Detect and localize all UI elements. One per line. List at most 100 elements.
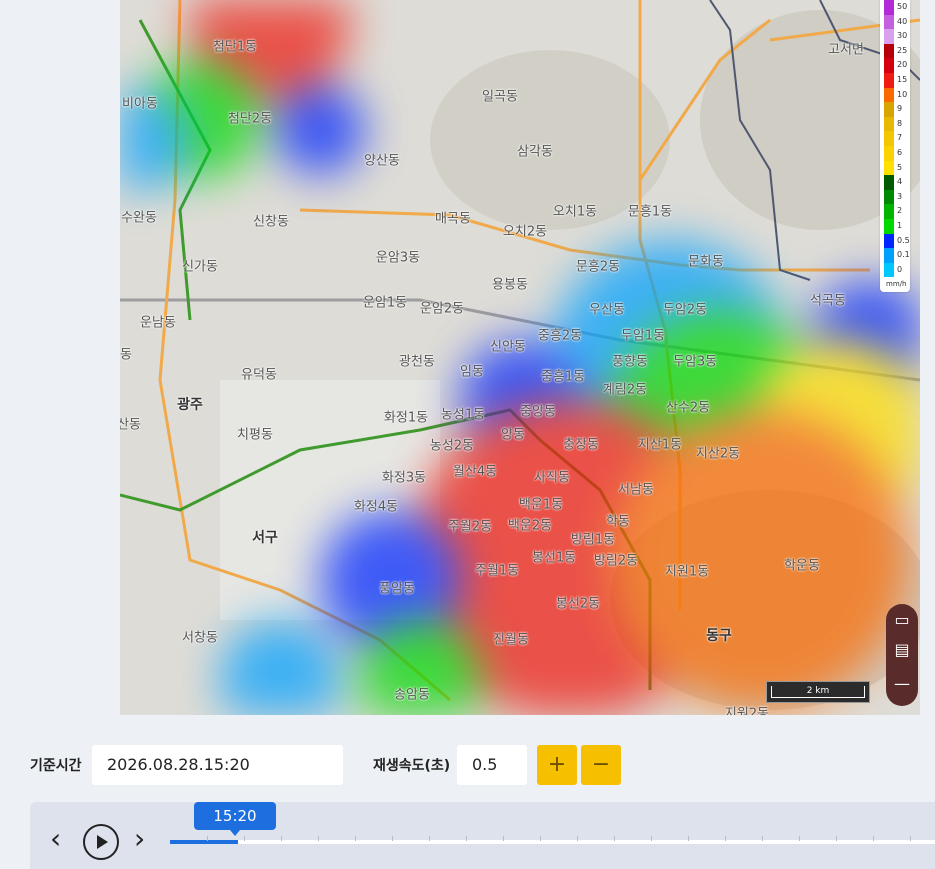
legend-item: 1: [882, 219, 908, 234]
legend-item: 5: [882, 160, 908, 176]
place-label: 화정4동: [353, 499, 399, 515]
legend-label: 0: [897, 264, 903, 274]
place-label: 동구: [706, 628, 732, 644]
place-label: 백운1동: [518, 497, 564, 513]
legend-label: 2: [897, 206, 903, 216]
place-label: 두암2동: [662, 302, 708, 318]
legend-label: 4: [897, 177, 903, 187]
place-label: 광주: [177, 397, 203, 413]
radar-map[interactable]: 첨단1동 첨단2동 비아동 양산동 일곡동 삼각동 매곡동 오치1동 오치2동 문흥1동 문흥2동 문…: [120, 0, 920, 715]
place-label: 지산2동: [695, 446, 741, 462]
legend-label: 6: [897, 148, 903, 157]
place-label: 두암3동: [672, 354, 718, 370]
place-label: 일곡동: [482, 89, 518, 105]
legend-item: 10: [882, 87, 908, 103]
ruler-icon[interactable]: ▭: [892, 610, 912, 630]
timeline-tick: [392, 836, 393, 841]
place-label: 화정1동: [383, 410, 429, 426]
timeline-progress: [170, 840, 238, 844]
timeline-tick: [429, 836, 430, 841]
place-label: 풍암동: [379, 581, 415, 597]
timeline-tick: [614, 836, 615, 841]
place-label: 용봉동: [492, 277, 528, 293]
timeline-tick: [503, 836, 504, 841]
legend-item: 6: [882, 146, 908, 161]
timeline-tick: [318, 836, 319, 841]
legend-item: 50: [882, 0, 908, 15]
speed-field[interactable]: 0.5: [457, 745, 527, 785]
legend-label: 3: [897, 191, 903, 201]
prev-frame-button[interactable]: ‹: [50, 824, 61, 854]
legend-item: 7: [882, 131, 908, 146]
place-label: 문흥2동: [575, 259, 621, 275]
timeline-tick: [688, 836, 689, 841]
timeline-tick: [577, 836, 578, 841]
legend-swatch: [884, 262, 894, 278]
place-label: 신안동: [490, 339, 526, 355]
place-label: 서남동: [618, 482, 654, 498]
legend-item: 9: [882, 102, 908, 117]
zoom-out-icon[interactable]: —: [892, 674, 912, 694]
legend-item: 3: [882, 189, 908, 205]
place-label: 우산동: [589, 302, 625, 318]
place-label: 임동: [460, 364, 484, 380]
place-label: 진월동: [493, 632, 529, 648]
timeline-tick: [466, 836, 467, 841]
legend-item: 40: [882, 14, 908, 30]
place-label: 계림2동: [602, 382, 648, 398]
place-label: 중흥2동: [537, 328, 583, 344]
place-label: 산수2동: [665, 400, 711, 416]
timeline-tick: [355, 836, 356, 841]
play-button[interactable]: [83, 824, 119, 860]
legend-item: 30: [882, 29, 908, 44]
legend-swatch: [884, 14, 894, 30]
legend-swatch: [884, 73, 894, 88]
legend-swatch: [884, 58, 894, 73]
place-label: 주월2동: [447, 519, 493, 535]
place-label: 양동: [501, 427, 525, 443]
legend-label: 1: [897, 221, 903, 230]
place-label: 산동: [120, 417, 141, 433]
place-label: 첨단2동: [227, 111, 273, 127]
place-label: 중흥1동: [540, 369, 586, 385]
place-label: 서창동: [182, 630, 218, 646]
legend-label: 5: [897, 162, 903, 172]
legend-label: 0.5: [897, 235, 910, 245]
timeline-tick: [799, 836, 800, 841]
timeline-track[interactable]: [170, 836, 935, 844]
speed-plus-button[interactable]: +: [537, 745, 577, 785]
timeline-tick: [725, 836, 726, 841]
place-label: 학동: [606, 514, 630, 530]
timeline-tick: [244, 836, 245, 841]
legend-swatch: [884, 131, 894, 146]
place-label: 석곡동: [810, 293, 846, 309]
legend-label: 15: [897, 75, 908, 84]
layers-icon[interactable]: ▤: [892, 640, 912, 660]
place-label: 오치2동: [502, 224, 548, 240]
legend-swatch: [884, 248, 894, 263]
next-frame-button[interactable]: ›: [134, 824, 145, 854]
base-time-field[interactable]: 2026.08.28.15:20: [92, 745, 343, 785]
scale-label: 2 km: [806, 686, 830, 696]
legend-item: 0.5: [882, 233, 910, 249]
legend-item: 25: [882, 43, 908, 59]
speed-minus-button[interactable]: −: [581, 745, 621, 785]
legend-item: 0.1: [882, 248, 910, 263]
place-label: 광천동: [399, 354, 435, 370]
place-label: 두암1동: [620, 328, 666, 344]
place-label: 풍향동: [612, 354, 648, 370]
place-label: 고서면: [828, 42, 864, 58]
place-label: 치평동: [237, 427, 273, 443]
place-label: 농성2동: [429, 438, 475, 454]
place-label: 사직동: [534, 470, 570, 486]
legend-item: 0: [882, 262, 908, 278]
legend-label: 20: [897, 60, 908, 70]
place-label: 문흥1동: [627, 204, 673, 220]
timeline-panel: ‹ › 15:20: [30, 802, 935, 869]
place-label: 동: [120, 347, 132, 363]
place-label: 봉선2동: [555, 596, 601, 612]
place-label: 운암1동: [362, 295, 408, 311]
legend-swatch: [884, 175, 894, 190]
place-label: 지산1동: [637, 437, 683, 453]
legend-swatch: [884, 116, 894, 132]
